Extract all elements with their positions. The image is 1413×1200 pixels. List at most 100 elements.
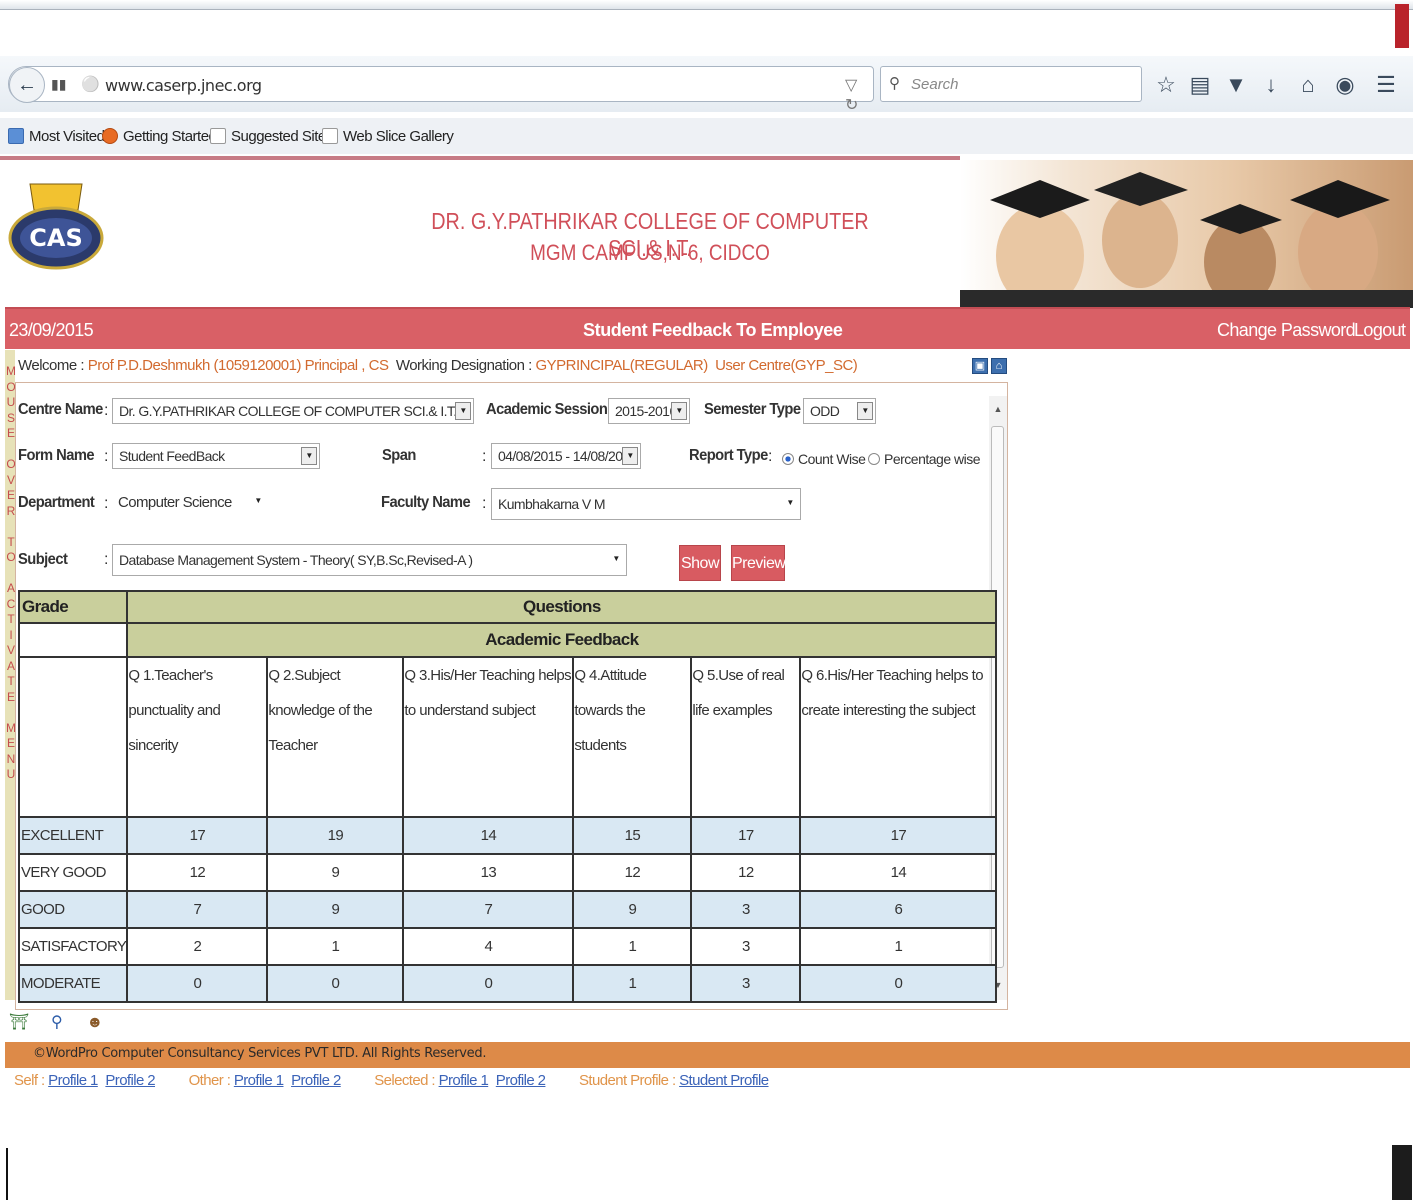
window-top-strip: [0, 0, 1413, 10]
empty-cell: [17, 656, 129, 818]
pocket-icon[interactable]: ▼: [1224, 72, 1248, 98]
count-cell: 7: [126, 890, 269, 929]
bank-icon[interactable]: ⛩: [8, 1012, 30, 1034]
question-header: Q 1.Teacher's punctuality and sincerity: [126, 656, 269, 818]
other-profile-1-link[interactable]: Profile 1: [234, 1072, 284, 1089]
search-placeholder: Search: [911, 76, 959, 93]
cas-logo[interactable]: CAS: [6, 180, 106, 272]
other-profile-2-link[interactable]: Profile 2: [291, 1072, 341, 1089]
department-label: Department: [18, 494, 95, 511]
side-menu-letter: M: [6, 364, 16, 378]
logout-link[interactable]: Logout: [1354, 320, 1406, 341]
bookmark-star-icon[interactable]: ☆: [1154, 72, 1178, 98]
home-icon[interactable]: ⌂: [991, 358, 1007, 374]
navigation-toolbar: ← ▮▮ ⚪ www.caserp.jnec.org ▽ ↻ ⚲ Search …: [0, 56, 1413, 114]
reading-list-icon[interactable]: ▤: [1188, 72, 1212, 98]
department-value: Computer Science: [118, 494, 232, 511]
chevron-down-icon: ▼: [612, 554, 620, 563]
window-edge: [6, 1148, 8, 1200]
semester-type-select[interactable]: ODD ▼: [803, 398, 876, 424]
magnifier-icon[interactable]: ⚲: [46, 1012, 68, 1034]
bookmark-web-slice-gallery[interactable]: Web Slice Gallery: [322, 128, 454, 145]
department-select[interactable]: Computer Science ▼: [112, 490, 268, 516]
form-name-value: Student FeedBack: [119, 448, 225, 464]
question-header: Q 4.Attitude towards the students: [572, 656, 693, 818]
user-centre: User Centre(GYP_SC): [715, 357, 858, 374]
other-profile-group: Other : Profile 1 Profile 2: [189, 1072, 345, 1089]
history-icon[interactable]: ▮▮: [51, 76, 66, 93]
subject-value: Database Management System - Theory( SY,…: [119, 552, 473, 568]
count-cell: 0: [126, 964, 269, 1003]
count-cell: 14: [799, 853, 998, 892]
window-icon[interactable]: ▣: [972, 358, 988, 374]
preview-button[interactable]: Preview: [731, 545, 786, 581]
selected-profile-2-link[interactable]: Profile 2: [496, 1072, 546, 1089]
grade-header: Grade: [17, 590, 129, 624]
form-name-select[interactable]: Student FeedBack ▼: [112, 443, 320, 469]
question-header: Q 6.His/Her Teaching helps to create int…: [799, 656, 998, 818]
download-icon[interactable]: ↓: [1259, 72, 1283, 98]
count-cell: 3: [690, 964, 802, 1003]
self-profile-1-link[interactable]: Profile 1: [48, 1072, 98, 1089]
subject-select[interactable]: Database Management System - Theory( SY,…: [112, 544, 627, 576]
centre-name-label: Centre Name: [18, 401, 103, 418]
count-cell: 13: [402, 853, 575, 892]
semester-type-value: ODD: [810, 403, 840, 419]
colon: :: [482, 448, 487, 465]
academic-session-value: 2015-2016: [615, 403, 677, 419]
self-profile-2-link[interactable]: Profile 2: [105, 1072, 155, 1089]
home-icon[interactable]: ⌂: [1296, 72, 1320, 98]
count-cell: 15: [572, 816, 693, 855]
self-label: Self :: [14, 1072, 45, 1089]
address-bar[interactable]: ← ▮▮ ⚪ www.caserp.jnec.org ▽ ↻: [8, 66, 874, 114]
academic-session-select[interactable]: 2015-2016 ▼: [608, 398, 690, 424]
chevron-down-icon: ▼: [622, 447, 638, 465]
span-select[interactable]: 04/08/2015 - 14/08/2015 ▼: [491, 443, 641, 469]
academic-feedback-header: Academic Feedback: [126, 622, 998, 658]
subject-label: Subject: [18, 551, 68, 568]
count-cell: 19: [266, 816, 405, 855]
grade-cell: GOOD: [17, 890, 129, 929]
self-profile-group: Self : Profile 1 Profile 2: [14, 1072, 159, 1089]
count-cell: 14: [402, 816, 575, 855]
change-password-link[interactable]: Change Password: [1217, 320, 1356, 341]
selected-profile-1-link[interactable]: Profile 1: [439, 1072, 489, 1089]
scroll-up-arrow-icon[interactable]: ▲: [989, 400, 1007, 418]
menu-icon[interactable]: ☰: [1374, 72, 1398, 98]
percentage-wise-radio[interactable]: Percentage wise: [868, 451, 981, 467]
globe-icon: ⚪: [81, 76, 100, 93]
faculty-name-select[interactable]: Kumbhakarna V M ▼: [491, 488, 801, 520]
search-box[interactable]: ⚲ Search: [880, 66, 1142, 102]
table-row: VERY GOOD 12 9 13 12 12 14: [17, 853, 998, 892]
url-text[interactable]: www.caserp.jnec.org: [105, 76, 262, 95]
welcome-line: Welcome : Prof P.D.Deshmukh (1059120001)…: [18, 357, 858, 374]
users-icon[interactable]: ☻: [84, 1014, 106, 1036]
copyright-text: ©WordPro Computer Consultancy Services P…: [33, 1046, 487, 1061]
selected-profile-group: Selected : Profile 1 Profile 2: [374, 1072, 549, 1089]
questions-header: Questions: [126, 590, 998, 624]
colon: :: [104, 495, 109, 512]
show-button[interactable]: Show: [679, 545, 721, 581]
centre-name-select[interactable]: Dr. G.Y.PATHRIKAR COLLEGE OF COMPUTER SC…: [112, 398, 474, 424]
student-profile-label: Student Profile :: [579, 1072, 676, 1089]
bookmark-most-visited[interactable]: Most Visited: [8, 128, 105, 145]
welcome-prefix: Welcome :: [18, 357, 85, 374]
back-arrow-icon[interactable]: ←: [9, 67, 45, 103]
bookmark-getting-started[interactable]: Getting Started: [102, 128, 217, 145]
student-profile-link[interactable]: Student Profile: [679, 1072, 769, 1089]
count-cell: 12: [572, 853, 693, 892]
question-header: Q 5.Use of real life examples: [690, 656, 802, 818]
count-cell: 12: [126, 853, 269, 892]
count-wise-radio[interactable]: Count Wise: [782, 451, 866, 467]
radio-selected-icon: [782, 453, 794, 465]
grade-cell: SATISFACTORY: [17, 927, 129, 966]
radio-unselected-icon: [868, 453, 880, 465]
reload-icon[interactable]: ▽ ↻: [845, 75, 873, 115]
window-corner-accent: [1395, 4, 1409, 48]
welcome-user: Prof P.D.Deshmukh (1059120001) Principal…: [87, 357, 389, 374]
feedback-table: Grade Questions Academic Feedback Q 1.Te…: [17, 590, 998, 1003]
count-cell: 1: [572, 927, 693, 966]
chat-icon[interactable]: ◉: [1333, 72, 1357, 98]
semester-type-label: Semester Type :: [704, 401, 809, 418]
bookmark-suggested-sites[interactable]: Suggested Sites: [210, 128, 333, 145]
